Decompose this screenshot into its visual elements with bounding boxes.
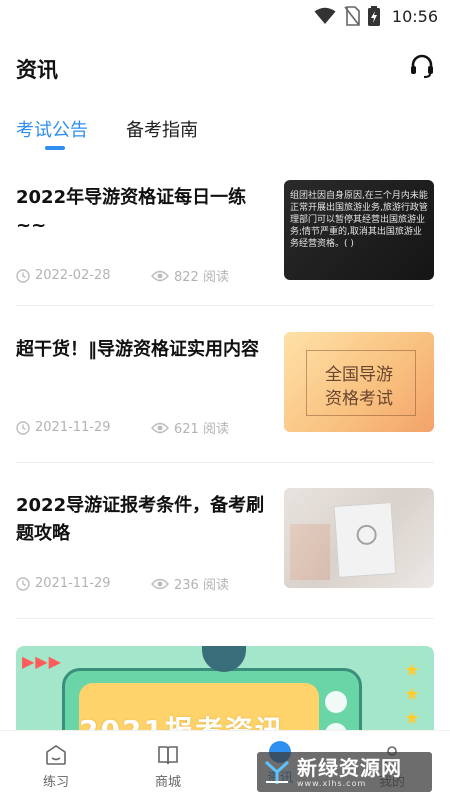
tab-exam-notice[interactable]: 考试公告 [16,116,88,142]
article-item[interactable]: 超干货！‖导游资格证实用内容 2021-11-29 621 阅读 全国导游 资格… [0,332,450,487]
divider [16,462,434,463]
home-icon [46,745,66,765]
status-bar: 10:56 [0,0,450,32]
app-header: 资讯 [0,44,450,88]
eye-icon [151,422,169,433]
thumbnail-certificate [333,502,397,578]
nav-label: 练习 [42,775,69,790]
tab-study-guide[interactable]: 备考指南 [126,116,198,142]
article-title: 2022导游证报考条件，备考刷题攻略 [16,495,265,544]
no-sim-icon [344,6,360,26]
thumbnail-line-1: 全国导游 [325,365,393,385]
active-tab-indicator [45,146,65,150]
article-meta: 2022-02-28 822 阅读 [16,266,229,285]
book-icon [158,746,178,765]
article-meta: 2021-11-29 236 阅读 [16,574,229,593]
article-date-text: 2021-11-29 [35,420,111,435]
article-date: 2021-11-29 [16,576,151,591]
article-item[interactable]: 2022导游证报考条件，备考刷题攻略 2021-11-29 236 阅读 [0,488,450,643]
banner-knob [325,691,347,713]
eye-icon [151,578,169,589]
article-meta: 2021-11-29 621 阅读 [16,418,229,437]
article-thumbnail: 组团社因自身原因,在三个月内未能正常开展出国旅游业务,旅游行政管理部门可以暂停其… [284,180,434,280]
thumbnail-money [290,524,330,580]
battery-charging-icon [367,6,380,26]
clock-icon [16,576,30,591]
star-icon: ★ [403,660,420,681]
star-icon: ★ [403,684,420,705]
watermark-url: www.xlhs.com [297,778,367,788]
article-views: 621 阅读 [151,418,229,437]
headset-icon[interactable] [408,52,436,80]
article-date: 2021-11-29 [16,420,151,435]
watermark-text: 新绿资源网 [297,755,402,780]
wifi-icon [314,7,336,24]
eye-icon [151,270,169,281]
article-thumbnail [284,488,434,588]
article-date: 2022-02-28 [16,268,151,283]
article-views-text: 822 阅读 [174,270,229,285]
clock-icon [16,268,30,283]
watermark: 新绿资源网 www.xlhs.com [257,752,432,792]
status-time: 10:56 [391,6,438,26]
article-views-text: 236 阅读 [174,578,229,593]
article-views: 822 阅读 [151,266,229,285]
article-date-text: 2021-11-29 [35,576,111,591]
divider [16,305,434,306]
article-thumbnail: 全国导游 资格考试 [284,332,434,432]
divider [16,618,434,619]
watermark-logo-icon [264,760,290,784]
article-title: 2022年导游资格证每日一练~~ [16,187,247,236]
article-views-text: 621 阅读 [174,422,229,437]
article-title: 超干货！‖导游资格证实用内容 [16,339,259,360]
nav-label: 商城 [154,775,181,790]
banner-arrows: ▶▶▶ [22,652,62,671]
article-views: 236 阅读 [151,574,229,593]
thumbnail-question-text: 组团社因自身原因,在三个月内未能正常开展出国旅游业务,旅游行政管理部门可以暂停其… [290,191,428,249]
watermark-text-block: 新绿资源网 www.xlhs.com [297,757,402,788]
clock-icon [16,420,30,435]
nav-item-practice[interactable]: 练习 [26,741,86,795]
article-date-text: 2022-02-28 [35,268,111,283]
article-item[interactable]: 2022年导游资格证每日一练~~ 2022-02-28 822 阅读 组团社因自… [0,180,450,335]
page-title: 资讯 [16,58,58,82]
nav-item-store[interactable]: 商城 [138,741,198,795]
thumbnail-line-2: 资格考试 [325,389,393,409]
tab-bar: 考试公告 备考指南 [0,112,450,156]
star-icon: ★ [403,708,420,729]
